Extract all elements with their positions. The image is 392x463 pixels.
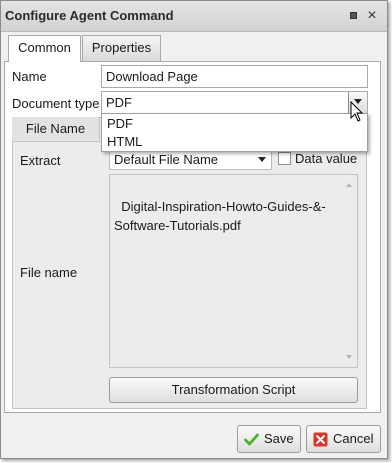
file-name-textarea[interactable]: Digital-Inspiration-Howto-Guides-&-Softw… xyxy=(109,174,358,368)
scroll-down-icon[interactable] xyxy=(346,355,352,359)
dialog-title: Configure Agent Command xyxy=(5,8,174,23)
document-type-select[interactable]: PDF xyxy=(101,91,368,114)
cancel-icon xyxy=(313,432,328,447)
extract-value: Default File Name xyxy=(114,152,219,167)
mouse-cursor-icon xyxy=(350,101,364,122)
file-name-label: File name xyxy=(20,265,78,280)
file-name-value: Digital-Inspiration-Howto-Guides-&-Softw… xyxy=(114,199,326,233)
data-value-label: Data value xyxy=(295,151,358,166)
dropdown-option-html[interactable]: HTML xyxy=(102,133,367,151)
document-type-dropdown-list: PDF HTML xyxy=(101,113,368,152)
document-type-value: PDF xyxy=(106,95,132,110)
document-type-label: Document type xyxy=(12,96,100,111)
extract-label: Extract xyxy=(20,153,61,168)
transformation-script-button[interactable]: Transformation Script xyxy=(109,377,358,403)
save-label: Save xyxy=(264,431,294,446)
extract-select[interactable]: Default File Name xyxy=(109,149,272,170)
tab-common[interactable]: Common xyxy=(8,35,81,62)
title-bar[interactable]: Configure Agent Command × xyxy=(1,1,387,32)
name-input[interactable]: Download Page xyxy=(101,65,368,88)
tab-file-name[interactable]: File Name xyxy=(12,117,100,142)
tab-properties[interactable]: Properties xyxy=(82,35,161,61)
data-value-checkbox[interactable] xyxy=(278,152,291,165)
checkmark-icon xyxy=(244,433,259,446)
cancel-label: Cancel xyxy=(333,431,374,446)
chevron-down-icon xyxy=(258,157,266,162)
save-button[interactable]: Save xyxy=(237,425,301,453)
scroll-up-icon[interactable] xyxy=(346,183,352,187)
close-icon[interactable]: × xyxy=(365,8,379,24)
pin-icon[interactable] xyxy=(347,9,361,23)
cancel-button[interactable]: Cancel xyxy=(306,425,381,453)
name-label: Name xyxy=(12,69,47,84)
dropdown-option-pdf[interactable]: PDF xyxy=(102,115,367,133)
